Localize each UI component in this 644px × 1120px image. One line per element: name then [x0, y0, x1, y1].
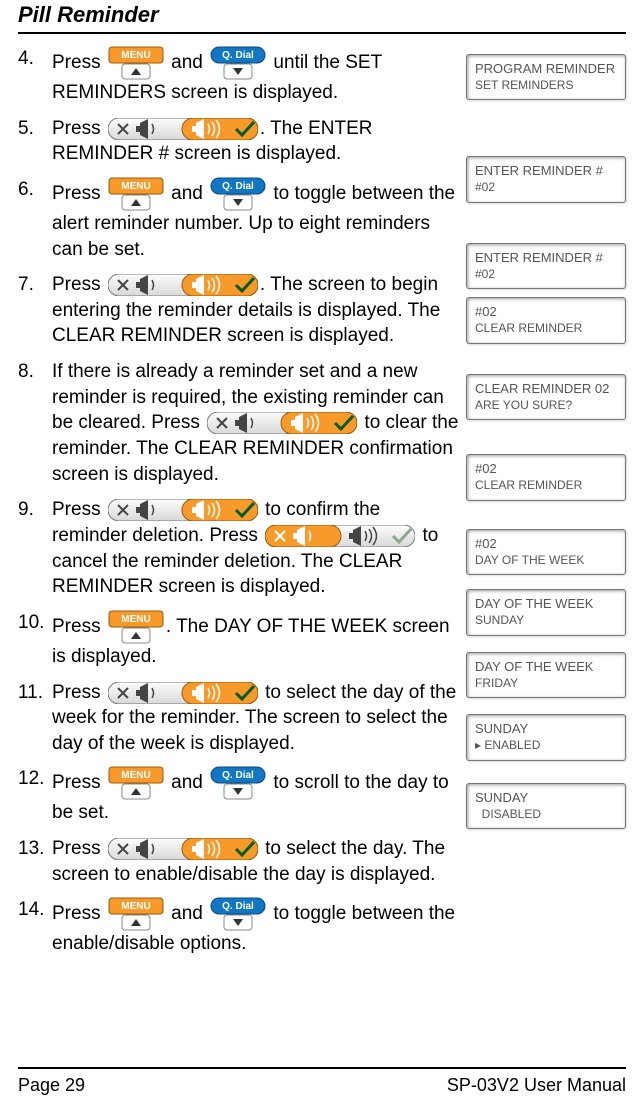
- device-screen: ENTER REMINDER ##02: [466, 243, 626, 289]
- step-text: and: [166, 52, 208, 73]
- step-text: Press: [52, 682, 106, 703]
- step-text: Press: [52, 52, 106, 73]
- screen-line-1: #02: [475, 536, 617, 553]
- screen-line-2: FRIDAY: [475, 676, 617, 692]
- step-text: Press: [52, 772, 106, 793]
- step-item: Press . The screen to begin entering the…: [18, 272, 460, 349]
- volume-rocker-confirm-icon: [207, 412, 357, 434]
- step-body: Press and until the SET REMINDERS screen…: [52, 46, 460, 106]
- menu-up-button-icon: [108, 610, 164, 644]
- qdial-down-button-icon: [210, 897, 266, 931]
- step-item: Press . The DAY OF THE WEEK screen is di…: [18, 610, 460, 670]
- device-screen: CLEAR REMINDER 02ARE YOU SURE?: [466, 374, 626, 420]
- screen-line-2: ARE YOU SURE?: [475, 398, 617, 414]
- screen-line-1: ENTER REMINDER #: [475, 163, 617, 180]
- qdial-down-button-icon: [210, 177, 266, 211]
- screen-line-2: #02: [475, 267, 617, 283]
- step-text: Press: [52, 183, 106, 204]
- step-item: Press and to scroll to the day to be set…: [18, 766, 460, 826]
- step-text: and: [166, 903, 208, 924]
- steps-column: Press and until the SET REMINDERS screen…: [18, 46, 466, 967]
- volume-rocker-confirm-icon: [108, 499, 258, 521]
- screen-line-1: SUNDAY: [475, 790, 617, 807]
- footer-manual: SP-03V2 User Manual: [447, 1075, 626, 1096]
- qdial-down-button-icon: [210, 46, 266, 80]
- screens-column: PROGRAM REMINDERSET REMINDERS ENTER REMIN…: [466, 46, 626, 967]
- step-body: Press . The screen to begin entering the…: [52, 272, 460, 349]
- device-screen: DAY OF THE WEEKSUNDAY: [466, 589, 626, 635]
- device-screen: #02CLEAR REMINDER: [466, 454, 626, 500]
- step-item: Press to select the day of the week for …: [18, 680, 460, 757]
- device-screen: #02DAY OF THE WEEK: [466, 529, 626, 575]
- step-body: Press and to toggle between the enable/d…: [52, 897, 460, 957]
- screen-line-2: CLEAR REMINDER: [475, 321, 617, 337]
- screen-line-2: #02: [475, 180, 617, 196]
- device-screen: #02CLEAR REMINDER: [466, 297, 626, 343]
- screen-line-1: ENTER REMINDER #: [475, 250, 617, 267]
- qdial-down-button-icon: [210, 766, 266, 800]
- step-body: Press to confirm the reminder deletion. …: [52, 497, 460, 600]
- menu-up-button-icon: [108, 177, 164, 211]
- step-text: Press: [52, 838, 106, 859]
- content-area: Press and until the SET REMINDERS screen…: [18, 46, 626, 967]
- screen-line-1: DAY OF THE WEEK: [475, 596, 617, 613]
- device-screen: DAY OF THE WEEKFRIDAY: [466, 652, 626, 698]
- screen-line-1: #02: [475, 304, 617, 321]
- menu-up-button-icon: [108, 897, 164, 931]
- device-screen: SUNDAY DISABLED: [466, 783, 626, 829]
- step-text: Press: [52, 118, 106, 139]
- screen-line-1: #02: [475, 461, 617, 478]
- page-title: Pill Reminder: [18, 0, 626, 34]
- step-body: Press to select the day. The screen to e…: [52, 836, 460, 887]
- step-item: If there is already a reminder set and a…: [18, 359, 460, 487]
- step-body: Press and to scroll to the day to be set…: [52, 766, 460, 826]
- step-item: Press to select the day. The screen to e…: [18, 836, 460, 887]
- volume-rocker-confirm-icon: [108, 682, 258, 704]
- step-text: Press: [52, 616, 106, 637]
- step-item: Press and to toggle between the alert re…: [18, 177, 460, 262]
- volume-rocker-confirm-icon: [108, 274, 258, 296]
- step-body: Press to select the day of the week for …: [52, 680, 460, 757]
- screen-line-2: SET REMINDERS: [475, 78, 617, 94]
- volume-rocker-confirm-icon: [108, 838, 258, 860]
- footer-page: Page 29: [18, 1075, 85, 1096]
- screen-line-1: PROGRAM REMINDER: [475, 61, 617, 78]
- step-text: Press: [52, 499, 106, 520]
- screen-line-1: DAY OF THE WEEK: [475, 659, 617, 676]
- screen-line-1: CLEAR REMINDER 02: [475, 381, 617, 398]
- step-text: Press: [52, 903, 106, 924]
- device-screen: PROGRAM REMINDERSET REMINDERS: [466, 54, 626, 100]
- step-body: If there is already a reminder set and a…: [52, 359, 460, 487]
- step-text: and: [166, 772, 208, 793]
- volume-rocker-cancel-icon: [265, 525, 415, 547]
- step-text: Press: [52, 274, 106, 295]
- screen-line-2: CLEAR REMINDER: [475, 478, 617, 494]
- step-item: Press . The ENTER REMINDER # screen is d…: [18, 116, 460, 167]
- step-text: and: [166, 183, 208, 204]
- step-body: Press and to toggle between the alert re…: [52, 177, 460, 262]
- menu-up-button-icon: [108, 766, 164, 800]
- screen-line-2: DISABLED: [475, 807, 617, 823]
- step-item: Press and to toggle between the enable/d…: [18, 897, 460, 957]
- footer: Page 29 SP-03V2 User Manual: [18, 1067, 626, 1096]
- page: Pill Reminder Press and until the SET RE…: [0, 0, 644, 1120]
- step-item: Press and until the SET REMINDERS screen…: [18, 46, 460, 106]
- menu-up-button-icon: [108, 46, 164, 80]
- step-body: Press . The DAY OF THE WEEK screen is di…: [52, 610, 460, 670]
- screen-line-2: ▸ ENABLED: [475, 738, 617, 754]
- device-screen: SUNDAY▸ ENABLED: [466, 714, 626, 760]
- steps-list: Press and until the SET REMINDERS screen…: [18, 46, 460, 957]
- step-item: Press to confirm the reminder deletion. …: [18, 497, 460, 600]
- screen-line-2: SUNDAY: [475, 613, 617, 629]
- device-screen: ENTER REMINDER ##02: [466, 156, 626, 202]
- screen-line-1: SUNDAY: [475, 721, 617, 738]
- volume-rocker-confirm-icon: [108, 118, 258, 140]
- step-body: Press . The ENTER REMINDER # screen is d…: [52, 116, 460, 167]
- screen-line-2: DAY OF THE WEEK: [475, 553, 617, 569]
